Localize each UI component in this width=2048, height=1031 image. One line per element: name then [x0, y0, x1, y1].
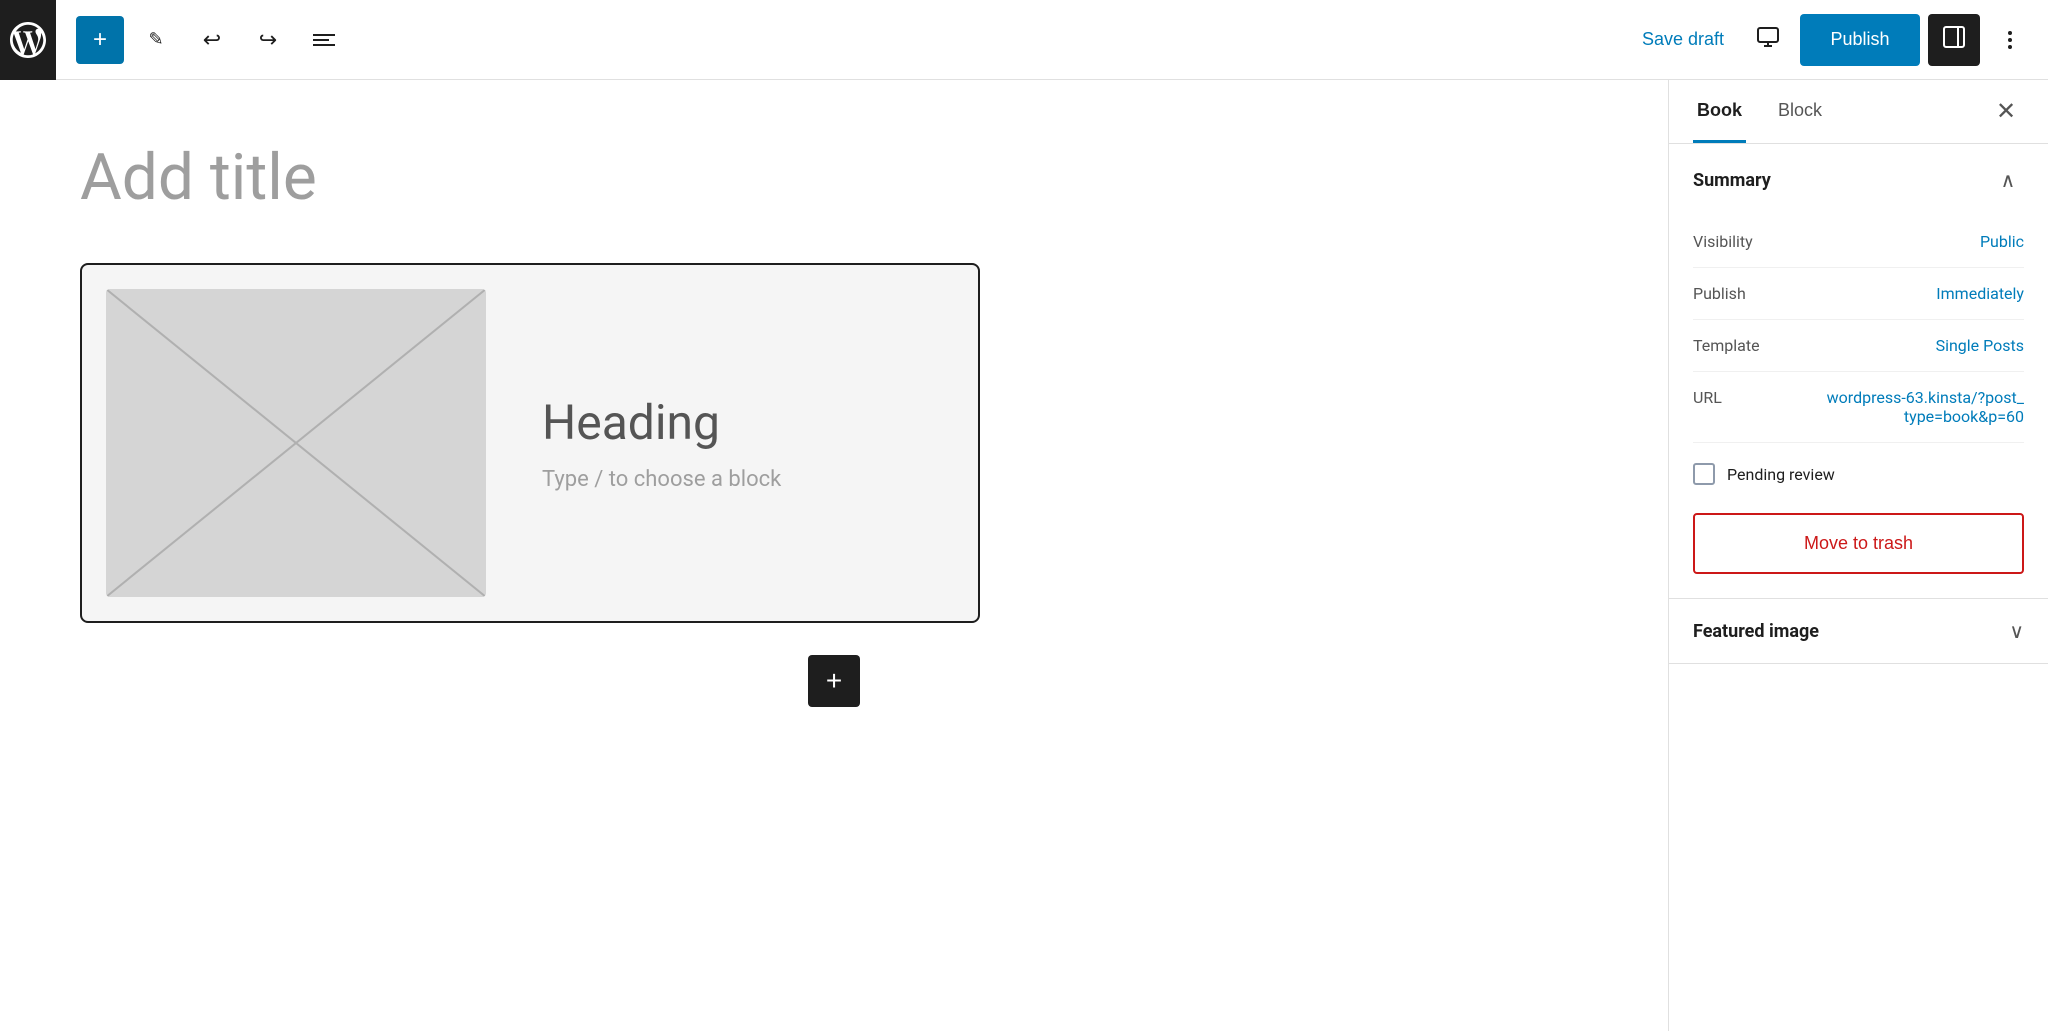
editor-area: Add title Heading Type / to choose a blo… [0, 80, 1668, 1031]
close-icon: ✕ [1996, 97, 2016, 126]
sidebar-toggle-button[interactable] [1928, 14, 1980, 66]
block-placeholder[interactable]: Type / to choose a block [542, 467, 946, 492]
sidebar: Book Block ✕ Summary ∧ Visibility Public [1668, 80, 2048, 1031]
template-value[interactable]: Single Posts [1936, 336, 2024, 355]
block-content: Heading Type / to choose a block [510, 265, 978, 621]
edit-icon: ✎ [148, 29, 163, 50]
tab-book[interactable]: Book [1693, 80, 1746, 143]
summary-toggle-button[interactable]: ∧ [1992, 164, 2024, 196]
plus-icon-bottom: + [826, 665, 842, 697]
summary-content: Visibility Public Publish Immediately Te… [1669, 216, 2048, 598]
visibility-label: Visibility [1693, 232, 1753, 251]
undo-button[interactable]: ↩ [188, 16, 236, 64]
more-options-button[interactable] [1988, 18, 2032, 62]
template-row: Template Single Posts [1693, 320, 2024, 372]
redo-button[interactable]: ↪ [244, 16, 292, 64]
url-value[interactable]: wordpress-63.kinsta/?post_type=book&p=60 [1824, 388, 2024, 426]
save-draft-button[interactable]: Save draft [1630, 21, 1736, 58]
summary-section-header[interactable]: Summary ∧ [1669, 144, 2048, 216]
block-image-placeholder [106, 289, 486, 597]
publish-button[interactable]: Publish [1800, 14, 1920, 66]
move-to-trash-button[interactable]: Move to trash [1693, 513, 2024, 574]
pending-review-row: Pending review [1693, 443, 2024, 493]
template-label: Template [1693, 336, 1760, 355]
url-row: URL wordpress-63.kinsta/?post_type=book&… [1693, 372, 2024, 443]
pending-review-checkbox[interactable] [1693, 463, 1715, 485]
sidebar-toggle-icon [1943, 26, 1965, 54]
toolbar: + ✎ ↩ ↪ Save draft Publish [0, 0, 2048, 80]
list-icon [313, 34, 335, 46]
url-label: URL [1693, 388, 1722, 407]
chevron-up-icon: ∧ [2001, 168, 2016, 193]
featured-image-header[interactable]: Featured image ∨ [1669, 599, 2048, 663]
chevron-down-icon: ∨ [2009, 619, 2024, 643]
monitor-icon [1756, 25, 1780, 55]
more-icon [2008, 31, 2012, 49]
undo-icon: ↩ [203, 27, 221, 53]
media-text-block[interactable]: Heading Type / to choose a block [80, 263, 980, 623]
add-block-bottom-button[interactable]: + [808, 655, 860, 707]
edit-button[interactable]: ✎ [132, 16, 180, 64]
wp-logo [0, 0, 56, 80]
publish-row: Publish Immediately [1693, 268, 2024, 320]
add-block-button[interactable]: + [76, 16, 124, 64]
plus-icon: + [93, 26, 107, 54]
tab-block[interactable]: Block [1774, 80, 1826, 143]
main-layout: Add title Heading Type / to choose a blo… [0, 80, 2048, 1031]
featured-image-section: Featured image ∨ [1669, 599, 2048, 664]
list-view-button[interactable] [300, 16, 348, 64]
publish-value[interactable]: Immediately [1936, 284, 2024, 303]
visibility-value[interactable]: Public [1980, 232, 2024, 251]
wp-logo-icon [10, 22, 46, 58]
summary-section: Summary ∧ Visibility Public Publish Imme… [1669, 144, 2048, 599]
toolbar-right: Save draft Publish [1630, 14, 2032, 66]
preview-button[interactable] [1744, 16, 1792, 64]
sidebar-close-button[interactable]: ✕ [1988, 94, 2024, 130]
featured-image-title: Featured image [1693, 621, 1819, 642]
visibility-row: Visibility Public [1693, 216, 2024, 268]
sidebar-tabs: Book Block ✕ [1669, 80, 2048, 144]
publish-label: Publish [1693, 284, 1746, 303]
summary-title: Summary [1693, 170, 1771, 191]
title-input[interactable]: Add title [80, 140, 980, 215]
redo-icon: ↪ [259, 27, 277, 53]
pending-review-label: Pending review [1727, 465, 1835, 484]
block-heading[interactable]: Heading [542, 394, 946, 451]
